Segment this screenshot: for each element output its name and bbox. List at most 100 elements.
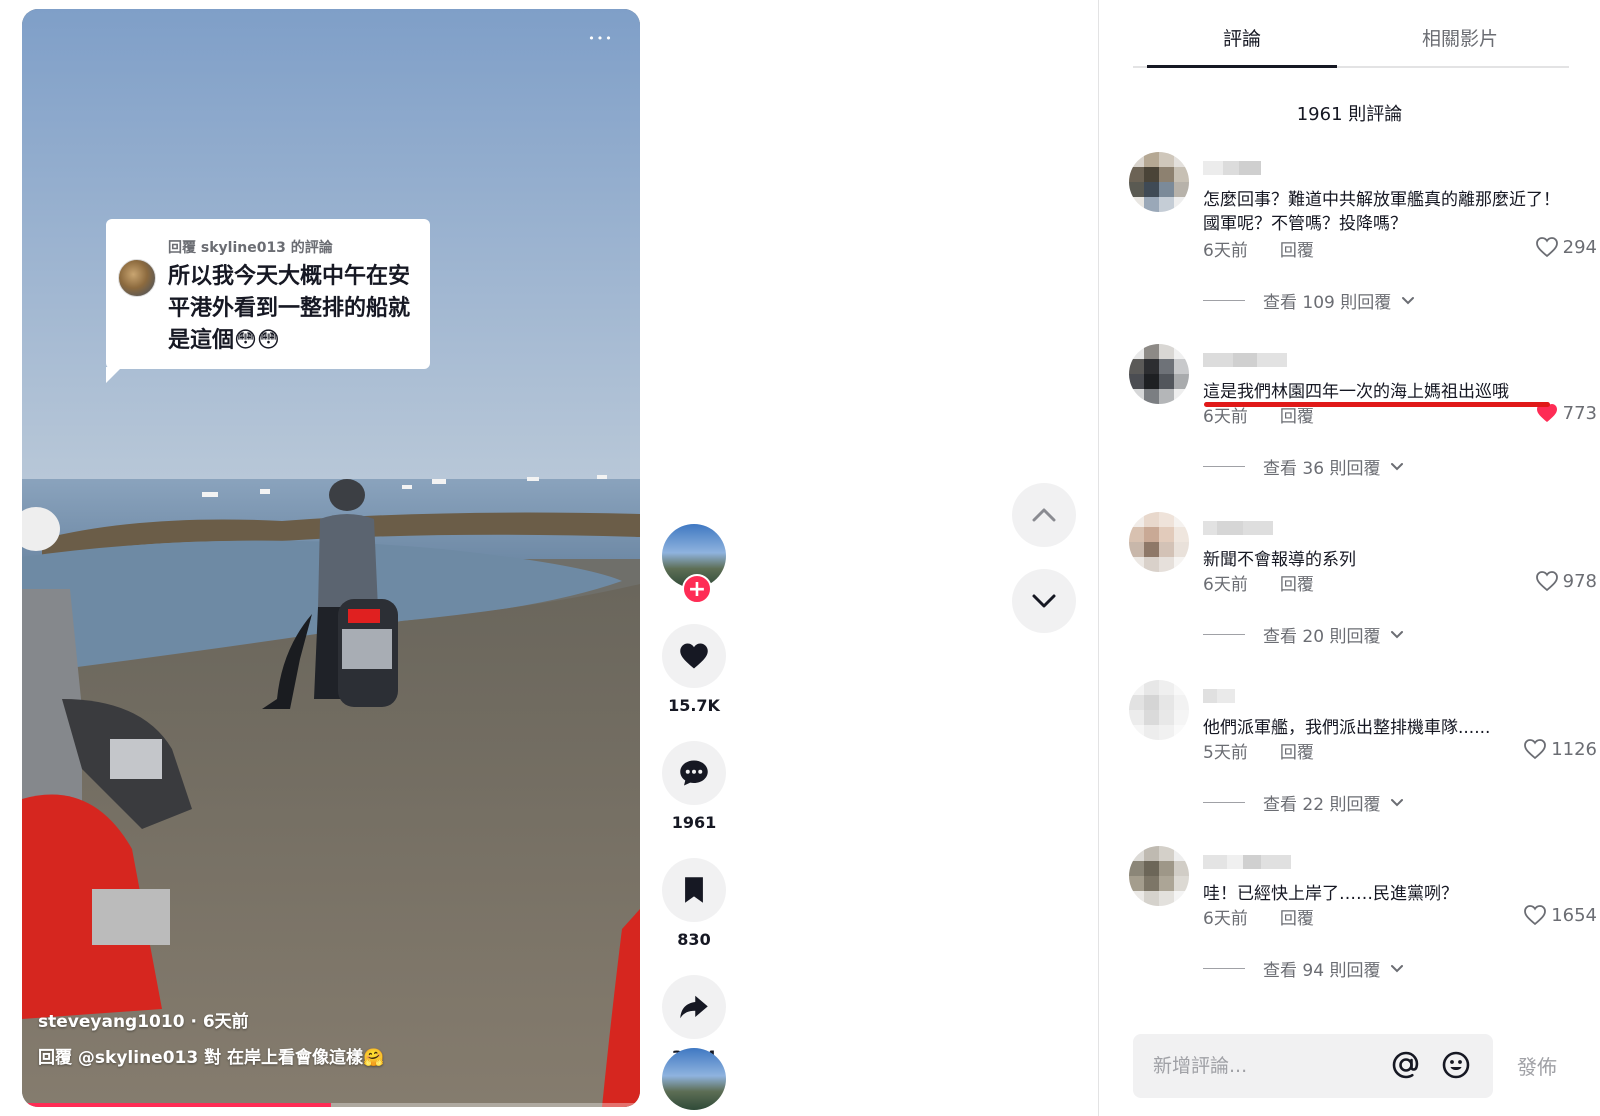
active-tab-underline [1147,65,1337,68]
chevron-down-icon [1391,630,1404,638]
chevron-down-icon [1402,296,1415,304]
video-author-line[interactable]: steveyang1010 · 6天前 [38,1007,249,1032]
comment-item: 新聞不會報導的系列 6天前 回覆 978 查看 20 則回覆 [1129,512,1597,652]
comment-button[interactable] [662,741,726,805]
save-action: 830 [662,858,726,949]
commenter-avatar[interactable] [1129,680,1189,740]
comment-like-count: 1126 [1551,738,1597,760]
reply-button[interactable]: 回覆 [1280,909,1314,929]
comment-time: 6天前 [1203,909,1248,929]
comment-count: 1961 [671,813,717,832]
commenter-name-blurred[interactable] [1203,520,1273,535]
comment-like-button[interactable]: 978 [1535,570,1597,592]
video-progress-bar[interactable] [22,1103,640,1107]
like-action: 15.7K [662,624,726,715]
like-count: 15.7K [668,696,720,715]
comment-like-button[interactable]: 294 [1535,236,1597,258]
more-options-icon[interactable] [584,27,618,51]
reply-button[interactable]: 回覆 [1280,241,1314,261]
share-icon [680,995,708,1019]
comment-panel: 評論 相關影片 1961 則評論 怎麼回事？難道中共解放軍艦真的離那麼近了！國軍… [1098,0,1600,1116]
view-replies-label: 查看 109 則回覆 [1263,293,1392,313]
comment-icon [680,760,708,786]
page: 回覆 skyline013 的評論 所以我今天大概中午在安平港外看到一整排的船就… [0,0,1600,1116]
view-replies-button[interactable]: 查看 20 則回覆 [1203,622,1404,647]
comment-like-count: 978 [1562,570,1597,592]
heart-icon [680,643,708,669]
view-replies-button[interactable]: 查看 109 則回覆 [1203,288,1415,313]
comment-meta: 6天前 回覆 [1203,236,1314,261]
tab-comments[interactable]: 評論 [1133,20,1351,66]
tab-related-videos[interactable]: 相關影片 [1351,20,1569,66]
sticker-tail [106,367,122,383]
post-comment-button[interactable]: 發佈 [1517,1051,1557,1080]
commenter-name-blurred[interactable] [1203,688,1235,703]
reply-avatar [118,259,156,297]
comment-text: 哇！已經快上岸了……民進黨咧？ [1203,884,1458,904]
divider [1203,802,1245,803]
comment-meta: 6天前 回覆 [1203,570,1314,595]
comment-like-button[interactable]: 1654 [1523,904,1597,926]
like-button[interactable] [662,624,726,688]
commenter-avatar[interactable] [1129,512,1189,572]
reply-button[interactable]: 回覆 [1280,743,1314,763]
heart-outline-icon [1524,739,1547,760]
comment-input[interactable] [1153,1050,1373,1082]
divider [1203,300,1245,301]
comment-item: 怎麼回事？難道中共解放軍艦真的離那麼近了！國軍呢？不管嗎？投降嗎？ 6天前 回覆 … [1129,152,1597,313]
commenter-avatar[interactable] [1129,846,1189,906]
comment-total: 1961 則評論 [1296,104,1403,125]
comment-like-count: 773 [1562,402,1597,424]
comment-composer [1133,1034,1493,1098]
chevron-down-icon [1391,964,1404,972]
commenter-name-blurred[interactable] [1203,854,1291,869]
view-replies-button[interactable]: 查看 94 則回覆 [1203,956,1404,981]
annotation-underline [1204,402,1550,407]
comment-item: 哇！已經快上岸了……民進黨咧？ 6天前 回覆 1654 查看 94 則回覆 [1129,846,1597,986]
comment-like-button[interactable]: 1126 [1523,738,1597,760]
commenter-name-blurred[interactable] [1203,160,1261,175]
comment-like-count: 1654 [1551,904,1597,926]
music-disc-avatar[interactable] [662,1048,726,1110]
commenter-avatar[interactable] [1129,152,1189,212]
action-rail: + 15.7K 1961 830 3724 [662,524,728,1066]
chevron-down-icon [1391,462,1404,470]
next-video-button[interactable] [1012,569,1076,633]
share-button[interactable] [662,975,726,1039]
reply-button[interactable]: 回覆 [1280,575,1314,595]
view-replies-label: 查看 36 則回覆 [1263,459,1381,479]
divider [1203,634,1245,635]
commenter-avatar[interactable] [1129,344,1189,404]
view-replies-label: 查看 22 則回覆 [1263,795,1381,815]
comment-text: 怎麼回事？難道中共解放軍艦真的離那麼近了！國軍呢？不管嗎？投降嗎？ [1203,190,1560,234]
save-button[interactable] [662,858,726,922]
view-replies-label: 查看 20 則回覆 [1263,627,1381,647]
reply-text: 所以我今天大概中午在安平港外看到一整排的船就是這個😳😳 [168,264,411,353]
heart-outline-icon [1535,237,1558,258]
emoji-icon[interactable] [1439,1048,1473,1082]
view-replies-label: 查看 94 則回覆 [1263,961,1381,981]
comment-time: 6天前 [1203,407,1248,427]
comment-like-count: 294 [1562,236,1597,258]
bookmark-icon [685,877,703,903]
commenter-name-blurred[interactable] [1203,352,1287,367]
video-caption: 回覆 @skyline013 對 在岸上看會像這樣🤗 [38,1048,385,1068]
reply-comment-sticker: 回覆 skyline013 的評論 所以我今天大概中午在安平港外看到一整排的船就… [106,219,430,383]
comment-text: 新聞不會報導的系列 [1203,550,1356,570]
comment-action: 1961 [662,741,726,832]
comment-item: 他們派軍艦，我們派出整排機車隊...... 5天前 回覆 1126 查看 22 則… [1129,680,1597,820]
comment-meta: 5天前 回覆 [1203,738,1314,763]
reply-button[interactable]: 回覆 [1280,407,1314,427]
comment-text: 這是我們林園四年一次的海上媽祖出巡哦 [1203,382,1509,402]
follow-plus-icon[interactable]: + [682,574,712,604]
previous-video-button[interactable] [1012,483,1076,547]
video-frame [22,9,640,1107]
heart-outline-icon [1524,905,1547,926]
comment-text: 他們派軍艦，我們派出整排機車隊...... [1203,718,1491,738]
panel-tabs: 評論 相關影片 [1133,20,1569,68]
view-replies-button[interactable]: 查看 22 則回覆 [1203,790,1404,815]
video-player[interactable]: 回覆 skyline013 的評論 所以我今天大概中午在安平港外看到一整排的船就… [22,9,640,1107]
view-replies-button[interactable]: 查看 36 則回覆 [1203,454,1404,479]
comment-meta: 6天前 回覆 [1203,904,1314,929]
at-mention-icon[interactable] [1389,1048,1423,1082]
